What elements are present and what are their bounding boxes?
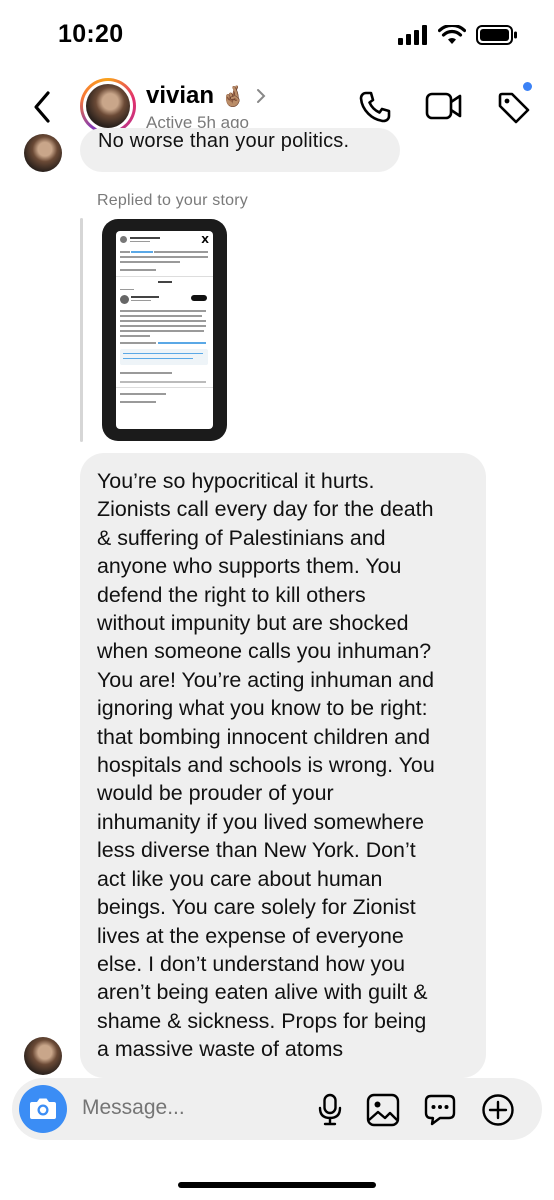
home-indicator[interactable] <box>178 1182 376 1188</box>
tag-icon[interactable] <box>496 90 532 126</box>
reply-indicator-bar <box>80 218 83 442</box>
camera-button[interactable] <box>19 1085 67 1133</box>
avatar[interactable] <box>80 78 136 134</box>
contact-name[interactable]: vivian 🤞🏽 <box>146 82 246 110</box>
battery-icon <box>476 25 517 45</box>
reply-label: Replied to your story <box>97 192 248 209</box>
video-camera-icon[interactable] <box>425 90 463 122</box>
contact-name-text: vivian <box>146 82 215 109</box>
story-preview[interactable]: X <box>102 219 227 441</box>
chat-bubble-icon[interactable] <box>423 1093 457 1127</box>
sender-avatar[interactable] <box>24 134 62 172</box>
message-bubble[interactable]: You’re so hypocritical it hurts. Zionist… <box>80 453 486 1078</box>
signal-icon <box>398 25 427 45</box>
message-text: You’re so hypocritical it hurts. Zionist… <box>97 469 435 1062</box>
chevron-left-icon[interactable] <box>32 90 52 124</box>
notification-dot <box>523 82 532 91</box>
story-screenshot: X <box>116 231 213 429</box>
message-composer <box>12 1078 542 1140</box>
image-icon[interactable] <box>366 1093 400 1127</box>
status-time: 10:20 <box>58 20 124 48</box>
message-input[interactable] <box>80 1095 284 1121</box>
contact-name-emoji: 🤞🏽 <box>220 86 246 108</box>
plus-circle-icon[interactable] <box>481 1093 515 1127</box>
status-icons <box>398 24 518 46</box>
chevron-right-icon[interactable] <box>256 88 266 104</box>
wifi-icon <box>438 25 466 44</box>
sender-avatar[interactable] <box>24 1037 62 1075</box>
message-bubble[interactable]: No worse than your politics. <box>80 128 400 172</box>
message-text: No worse than your politics. <box>98 130 350 152</box>
microphone-icon[interactable] <box>316 1093 344 1127</box>
phone-icon[interactable] <box>358 90 392 124</box>
camera-icon <box>30 1098 56 1119</box>
